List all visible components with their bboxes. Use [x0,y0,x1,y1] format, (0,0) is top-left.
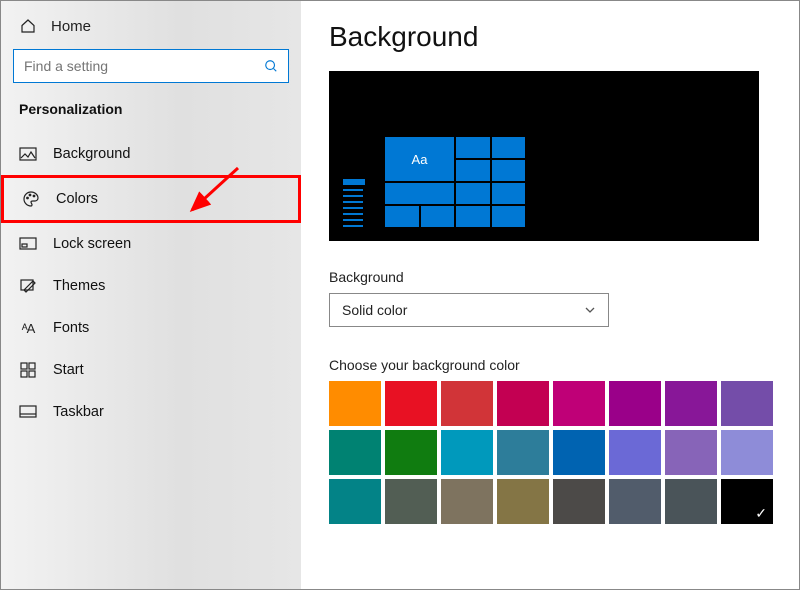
home-label: Home [51,18,91,35]
sidebar-item-label: Background [53,146,130,162]
palette-icon [22,190,40,208]
sidebar-item-label: Colors [56,191,98,207]
color-swatch[interactable] [721,381,773,426]
sidebar-item-fonts[interactable]: ᴬA Fonts [1,307,301,349]
color-swatch[interactable] [385,381,437,426]
color-swatch[interactable] [497,381,549,426]
sidebar-item-label: Themes [53,278,105,294]
sidebar-item-label: Taskbar [53,404,104,420]
color-swatch[interactable] [329,430,381,475]
color-swatch[interactable] [609,430,661,475]
color-swatch[interactable] [609,381,661,426]
color-swatch[interactable] [497,479,549,524]
choose-color-label: Choose your background color [329,357,771,373]
color-swatch[interactable] [441,381,493,426]
dropdown-value: Solid color [342,302,407,318]
sidebar-item-lockscreen[interactable]: Lock screen [1,223,301,265]
search-icon [264,59,278,73]
sidebar-item-start[interactable]: Start [1,349,301,391]
color-swatch[interactable] [441,479,493,524]
lockscreen-icon [19,235,37,253]
preview-start-tiles: Aa [385,137,525,227]
sidebar-item-colors[interactable]: Colors [1,175,301,223]
taskbar-icon [19,403,37,421]
home-icon [19,17,37,35]
color-swatch[interactable] [553,381,605,426]
color-swatch[interactable] [497,430,549,475]
color-swatch[interactable] [665,430,717,475]
fonts-icon: ᴬA [19,319,37,337]
color-swatch[interactable] [329,381,381,426]
section-title: Personalization [1,97,301,133]
color-swatch[interactable] [385,430,437,475]
color-swatch[interactable] [553,430,605,475]
sidebar-item-taskbar[interactable]: Taskbar [1,391,301,433]
start-icon [19,361,37,379]
nav-list: Background Colors Lock screen Themes [1,133,301,433]
background-dropdown[interactable]: Solid color [329,293,609,327]
color-swatch[interactable] [329,479,381,524]
color-grid [329,381,771,524]
page-title: Background [329,21,771,53]
preview-tile-main: Aa [385,137,454,181]
main-panel: Background Aa Background Solid color Cho… [301,1,799,589]
themes-icon [19,277,37,295]
chevron-down-icon [584,304,596,316]
sidebar: Home Personalization Background Colors [1,1,301,589]
home-nav[interactable]: Home [1,11,301,49]
sidebar-item-label: Lock screen [53,236,131,252]
sidebar-item-label: Fonts [53,320,89,336]
sidebar-item-themes[interactable]: Themes [1,265,301,307]
color-swatch[interactable] [553,479,605,524]
color-swatch[interactable] [665,381,717,426]
color-swatch[interactable] [721,479,773,524]
color-swatch[interactable] [441,430,493,475]
color-swatch[interactable] [609,479,661,524]
desktop-preview: Aa [329,71,759,241]
search-input[interactable] [24,58,264,74]
sidebar-item-background[interactable]: Background [1,133,301,175]
sidebar-item-label: Start [53,362,84,378]
preview-taskbar-items [343,179,363,227]
background-dropdown-label: Background [329,269,771,285]
picture-icon [19,145,37,163]
color-swatch[interactable] [385,479,437,524]
color-swatch[interactable] [721,430,773,475]
color-swatch[interactable] [665,479,717,524]
search-box[interactable] [13,49,289,83]
